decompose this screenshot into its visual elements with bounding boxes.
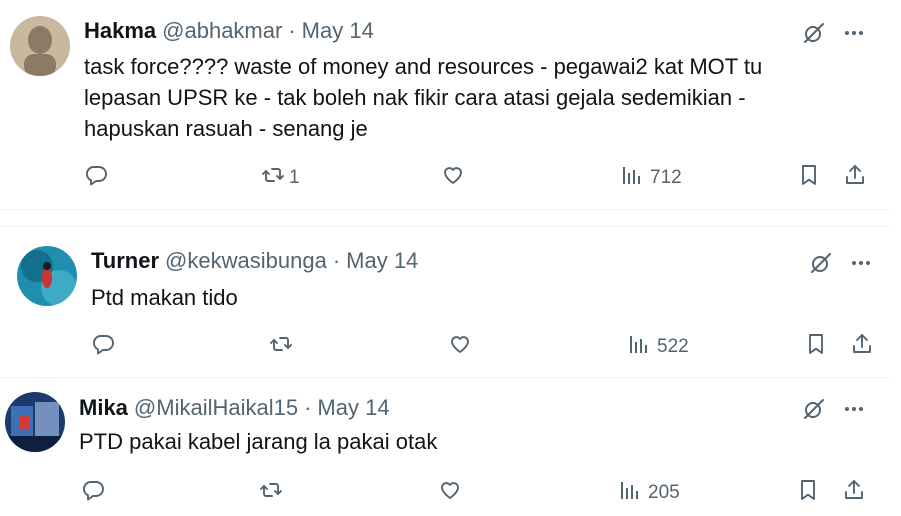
- more-icon[interactable]: [841, 20, 867, 46]
- tweet-text-line: hapuskan rasuah - senang je: [84, 116, 368, 141]
- reply-icon: [81, 478, 105, 508]
- bookmark-icon: [804, 332, 828, 362]
- author-handle[interactable]: @kekwasibunga: [165, 248, 327, 274]
- retweet-icon: [261, 163, 285, 193]
- author-name[interactable]: Mika: [79, 395, 128, 421]
- like-icon: [438, 478, 462, 508]
- view-count: 712: [650, 167, 682, 188]
- avatar[interactable]: [10, 16, 70, 76]
- like-button[interactable]: [448, 332, 478, 362]
- avatar[interactable]: [17, 246, 77, 306]
- reply-icon: [84, 163, 108, 193]
- separator-dot: ·: [332, 248, 341, 273]
- retweet-button[interactable]: 1: [261, 163, 300, 193]
- grok-icon[interactable]: [801, 396, 827, 422]
- tweet-text: task force???? waste of money and resour…: [84, 51, 762, 144]
- share-icon: [850, 332, 874, 362]
- like-button[interactable]: [438, 478, 468, 508]
- bookmark-button[interactable]: [804, 332, 828, 362]
- tweet-1[interactable]: Hakma @abhakmar · May 14 task force???? …: [0, 0, 901, 209]
- more-icon[interactable]: [848, 250, 874, 276]
- separator-dot: ·: [304, 395, 312, 420]
- retweet-button[interactable]: [269, 332, 299, 362]
- like-button[interactable]: [441, 163, 471, 193]
- tweet-date[interactable]: May 14: [346, 248, 418, 274]
- share-icon: [842, 478, 866, 508]
- tweet-3[interactable]: Mika @MikailHaikal15 · May 14 PTD pakai …: [0, 378, 901, 516]
- views-button[interactable]: 522: [627, 332, 689, 362]
- share-icon: [843, 163, 867, 193]
- tweet-text-line: PTD pakai kabel jarang la pakai otak: [79, 429, 438, 454]
- author-handle[interactable]: @MikailHaikal15: [134, 395, 298, 421]
- share-button[interactable]: [850, 332, 874, 362]
- share-button[interactable]: [842, 478, 866, 508]
- retweet-icon: [259, 478, 283, 508]
- bookmark-button[interactable]: [797, 163, 821, 193]
- views-button[interactable]: 712: [620, 163, 682, 193]
- reply-icon: [91, 332, 115, 362]
- retweet-count: 1: [289, 167, 300, 188]
- view-count: 205: [648, 482, 680, 503]
- retweet-icon: [269, 332, 293, 362]
- tweet-date[interactable]: May 14: [302, 18, 374, 44]
- author-name[interactable]: Turner: [91, 248, 159, 274]
- avatar[interactable]: [5, 392, 65, 452]
- bookmark-icon: [796, 478, 820, 508]
- tweet-date[interactable]: May 14: [317, 395, 389, 421]
- author-handle[interactable]: @abhakmar: [162, 18, 282, 44]
- grok-icon[interactable]: [808, 250, 834, 276]
- bookmark-button[interactable]: [796, 478, 820, 508]
- reply-button[interactable]: [91, 332, 121, 362]
- tweet-text-line: task force???? waste of money and resour…: [84, 54, 763, 79]
- bookmark-icon: [797, 163, 821, 193]
- retweet-button[interactable]: [259, 478, 289, 508]
- like-icon: [448, 332, 472, 362]
- view-count: 522: [657, 336, 689, 357]
- tweet-text: PTD pakai kabel jarang la pakai otak: [79, 426, 437, 457]
- share-button[interactable]: [843, 163, 867, 193]
- reply-button[interactable]: [81, 478, 111, 508]
- divider: [0, 209, 891, 227]
- tweet-2[interactable]: Turner @kekwasibunga · May 14 Ptd makan …: [0, 226, 901, 378]
- views-icon: [618, 478, 642, 508]
- separator-dot: ·: [288, 18, 296, 43]
- reply-button[interactable]: [84, 163, 114, 193]
- tweet-text-line: Ptd makan tido: [91, 285, 238, 310]
- views-button[interactable]: 205: [618, 478, 680, 508]
- grok-icon[interactable]: [801, 20, 827, 46]
- views-icon: [627, 332, 651, 362]
- tweet-text: Ptd makan tido: [91, 282, 238, 313]
- more-icon[interactable]: [841, 396, 867, 422]
- views-icon: [620, 163, 644, 193]
- author-name[interactable]: Hakma: [84, 18, 156, 44]
- tweet-text-line: lepasan UPSR ke - tak boleh nak fikir ca…: [84, 85, 746, 110]
- like-icon: [441, 163, 465, 193]
